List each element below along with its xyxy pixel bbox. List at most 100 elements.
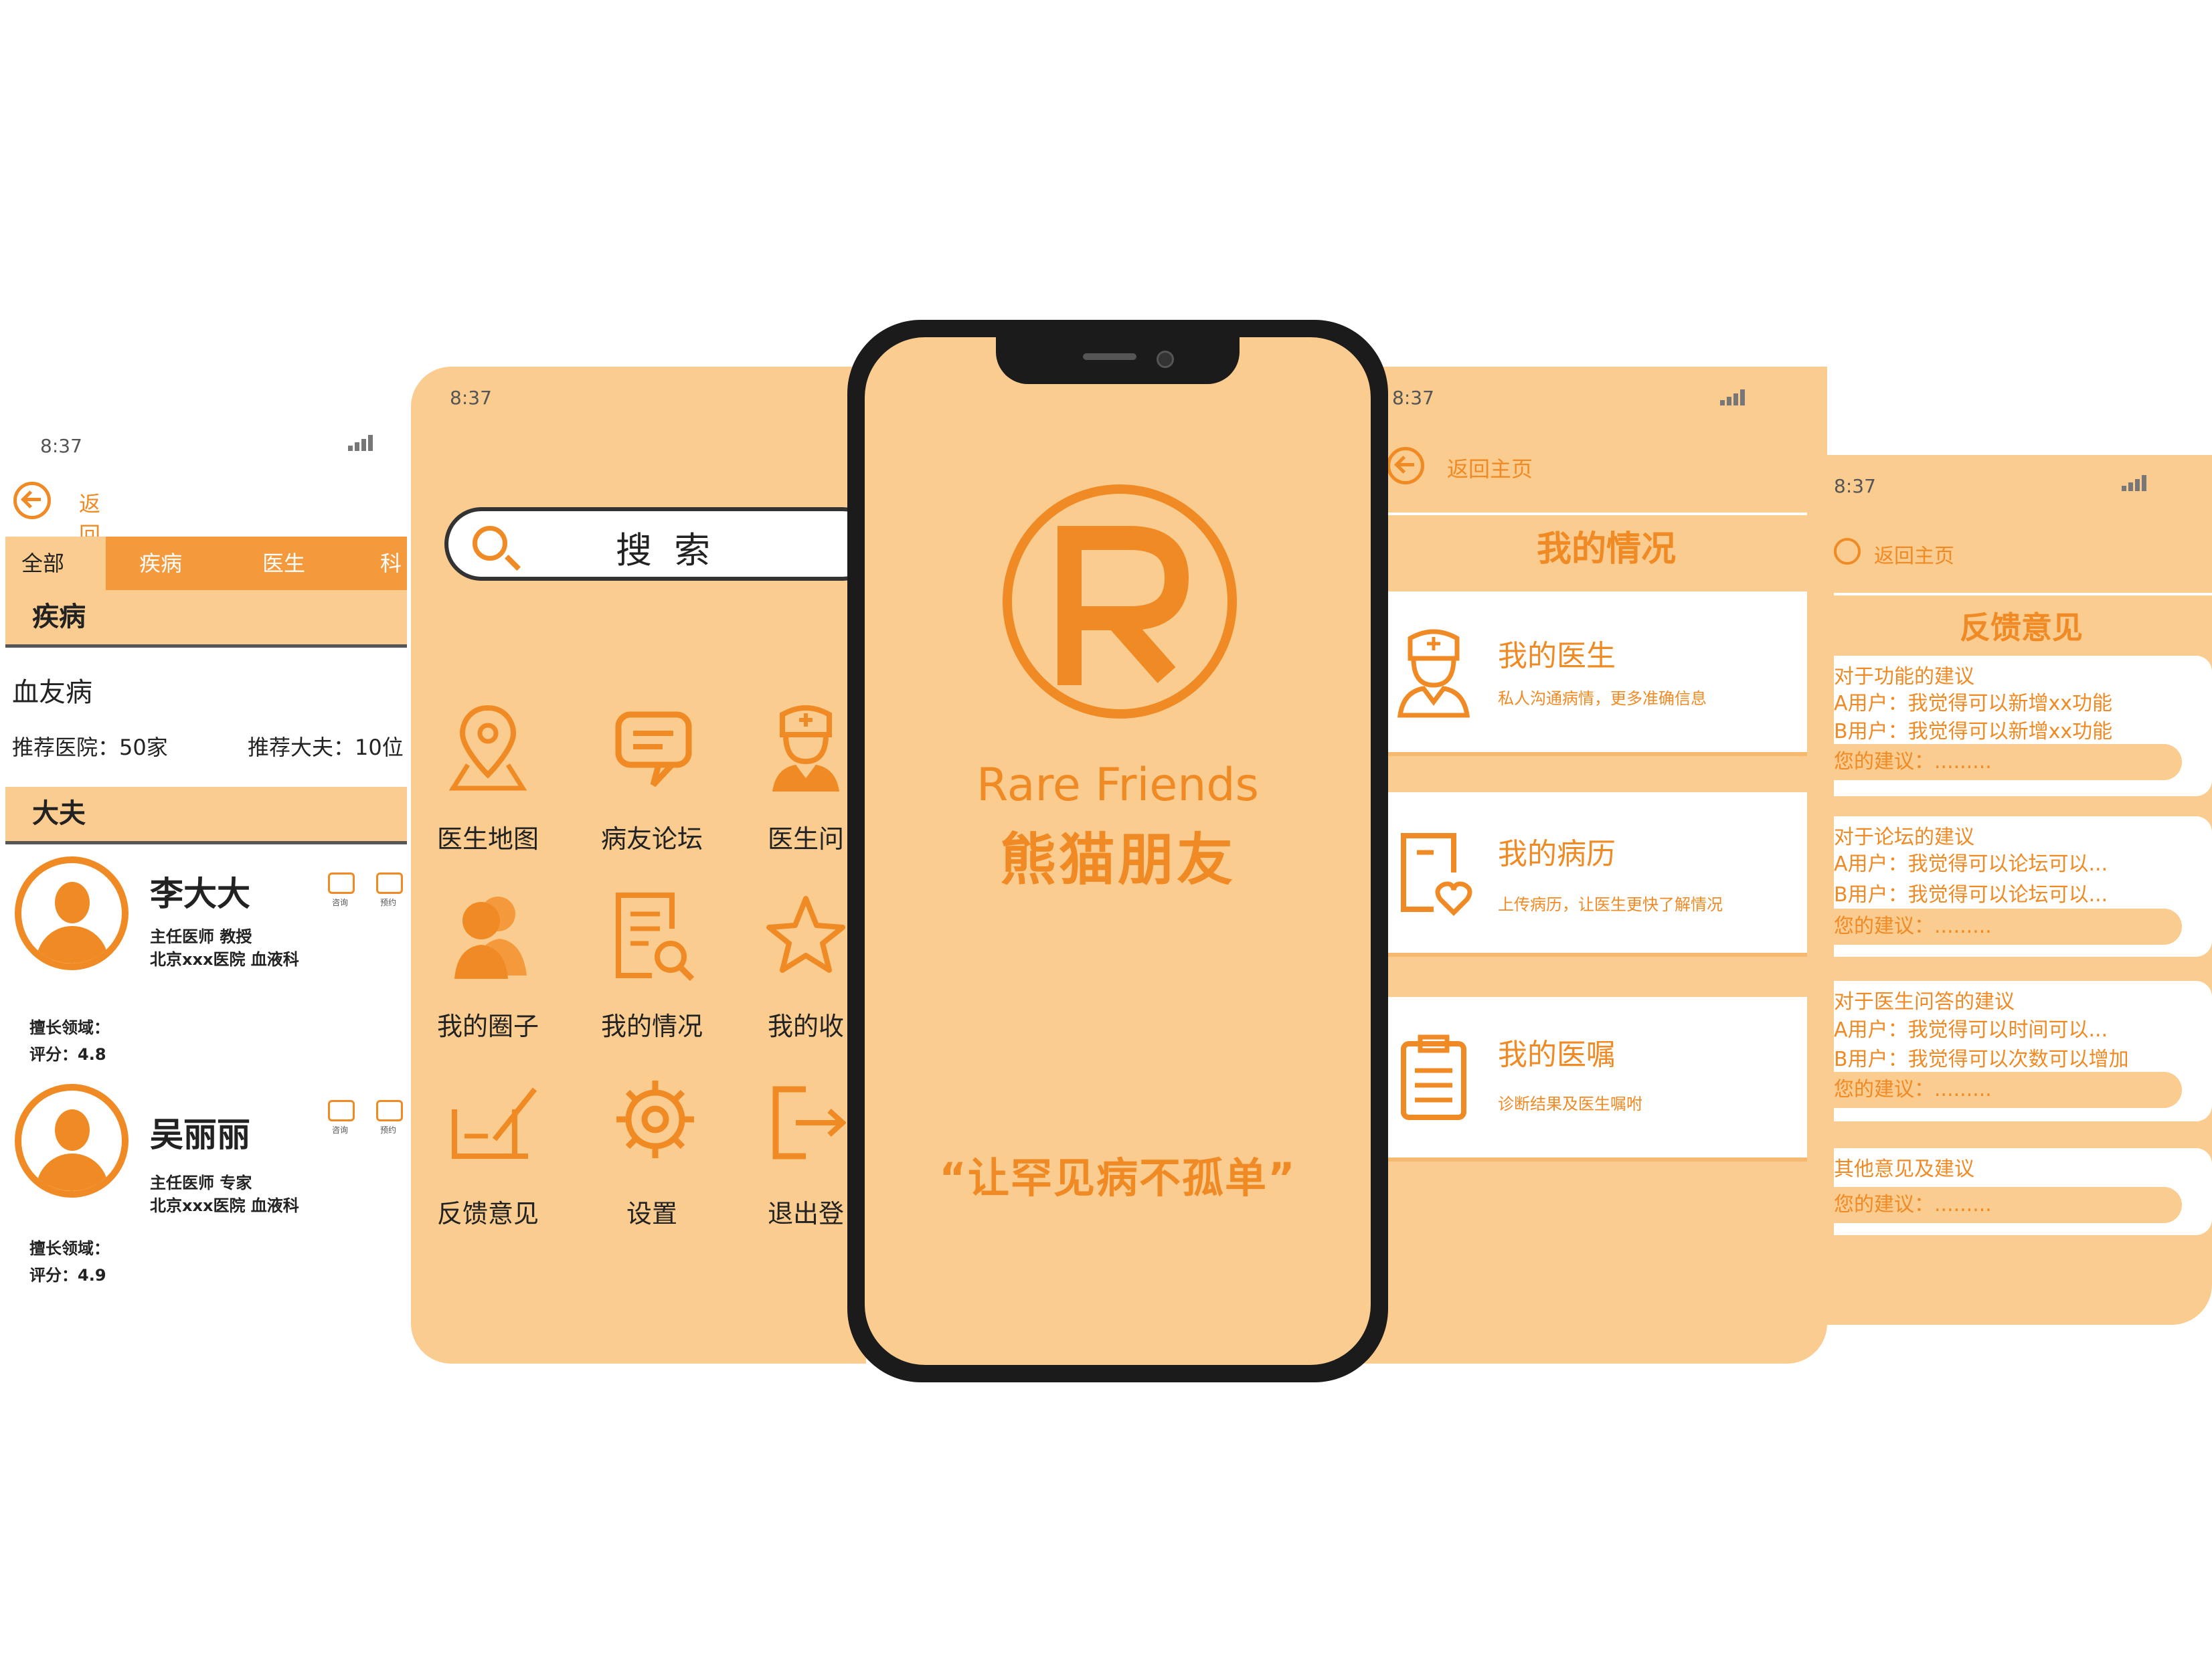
card-title: 我的医嘱 xyxy=(1498,1038,1616,1072)
section-heading: 其他意见及建议 xyxy=(1834,1158,1974,1181)
back-label: 返回主页 xyxy=(1447,456,1533,482)
consult-label: 咨询 xyxy=(332,898,349,907)
divider xyxy=(1834,593,2212,595)
gear-icon xyxy=(616,1081,694,1158)
signal-icon xyxy=(1720,388,1774,405)
consult-icon[interactable] xyxy=(328,872,355,894)
doctor-field: 擅长领域： xyxy=(29,1239,110,1258)
menu-label: 我的圈子 xyxy=(436,1012,539,1041)
speaker-icon xyxy=(1083,353,1136,360)
page-title: 我的情况 xyxy=(1536,529,1676,569)
back-arrow-icon xyxy=(1387,447,1424,484)
home-screen: 8:37 搜 索 医生地图 病友论坛 医生问 我的圈子 我的情况 我的收 反馈意… xyxy=(411,367,866,1364)
signal-icon xyxy=(348,434,402,451)
menu-my-favorites[interactable]: 我的收 xyxy=(729,889,866,1049)
chat-icon xyxy=(615,711,692,788)
people-icon xyxy=(454,897,527,979)
back-button[interactable]: 返回主页 xyxy=(1834,538,2035,571)
tab-disease[interactable]: 疾病 xyxy=(139,537,220,590)
section-heading: 对于功能的建议 xyxy=(1834,665,1974,688)
avatar-icon xyxy=(15,1084,129,1198)
status-time: 8:37 xyxy=(1392,387,1434,409)
feedback-screen: 8:37 返回主页 反馈意见 对于功能的建议 A用户：我觉得可以新增xx功能 B… xyxy=(1807,455,2212,1325)
menu-label: 我的情况 xyxy=(600,1012,703,1041)
consult-icon[interactable] xyxy=(328,1100,355,1121)
document-search-icon xyxy=(616,893,695,982)
phone-frame: Rare Friends 熊猫朋友 “让罕见病不孤单” xyxy=(847,320,1388,1382)
rare-friends-logo-icon xyxy=(1003,484,1237,719)
suggestion-input[interactable]: 您的建议：......... xyxy=(1834,1187,2182,1223)
doctor-name: 吴丽丽 xyxy=(150,1115,250,1154)
feedback-section: 对于医生问答的建议 A用户：我觉得可以时间可以... B用户：我觉得可以次数可以… xyxy=(1834,981,2212,1121)
doctor-title: 主任医师 教授 xyxy=(150,927,252,946)
doctor-hospital: 北京xxx医院 血液科 xyxy=(150,950,299,969)
signal-icon xyxy=(2122,474,2175,491)
menu-forum[interactable]: 病友论坛 xyxy=(575,701,729,862)
map-pin-icon xyxy=(448,705,527,791)
app-name-cn: 熊猫朋友 xyxy=(999,827,1236,893)
menu-label: 我的收 xyxy=(767,1012,844,1041)
recommended-doctors[interactable]: 推荐大夫：10位 xyxy=(248,731,404,761)
feedback-section: 其他意见及建议 您的建议：......... xyxy=(1834,1148,2212,1235)
back-button[interactable]: 返回主页 xyxy=(1387,447,1588,487)
divider xyxy=(1385,513,1827,515)
doctor-hospital: 北京xxx医院 血液科 xyxy=(150,1196,299,1215)
page-title: 反馈意见 xyxy=(1960,610,2083,646)
user-comment: A用户：我觉得可以时间可以... xyxy=(1834,1018,2108,1042)
filter-tabs: 全部 疾病 医生 科 xyxy=(5,537,407,590)
card-my-doctor[interactable]: 我的医生 私人沟通病情，更多准确信息 xyxy=(1385,591,1827,752)
menu-doctor-map[interactable]: 医生地图 xyxy=(411,701,565,862)
doctor-name: 李大大 xyxy=(150,874,250,913)
doctor-icon xyxy=(1397,629,1470,718)
avatar-icon xyxy=(15,856,129,970)
menu-label: 医生问 xyxy=(767,824,844,854)
back-label: 返回主页 xyxy=(1874,545,1954,568)
camera-icon xyxy=(1157,351,1174,368)
recommended-hospitals[interactable]: 推荐医院：50家 xyxy=(12,731,168,761)
doctor-field: 擅长领域： xyxy=(29,1018,110,1037)
doctor-card[interactable]: 李大大 主任医师 教授 北京xxx医院 血液科 擅长领域： 评分：4.8 咨询 … xyxy=(0,856,407,1071)
calendar-icon[interactable] xyxy=(376,872,403,894)
card-my-orders[interactable]: 我的医嘱 诊断结果及医生嘱咐 xyxy=(1385,997,1827,1158)
menu-doctor-qa[interactable]: 医生问 xyxy=(729,701,866,862)
doctor-rating: 评分：4.9 xyxy=(29,1266,106,1285)
card-subtitle: 私人沟通病情，更多准确信息 xyxy=(1498,689,1707,708)
disease-name[interactable]: 血友病 xyxy=(12,670,92,709)
menu-settings[interactable]: 设置 xyxy=(575,1076,729,1236)
status-time: 8:37 xyxy=(1834,475,1876,497)
user-comment: B用户：我觉得可以论坛可以... xyxy=(1834,883,2108,907)
card-subtitle: 上传病历，让医生更快了解情况 xyxy=(1498,895,1723,914)
menu-label: 退出登 xyxy=(767,1199,844,1228)
phone-notch xyxy=(996,337,1240,384)
doctor-title: 主任医师 专家 xyxy=(150,1174,252,1192)
search-bar[interactable]: 搜 索 xyxy=(444,507,866,581)
menu-my-circle[interactable]: 我的圈子 xyxy=(411,889,565,1049)
star-icon xyxy=(766,896,845,973)
slogan: “让罕见病不孤单” xyxy=(939,1154,1296,1202)
suggestion-input[interactable]: 您的建议：......... xyxy=(1834,744,2182,780)
tab-doctor[interactable]: 医生 xyxy=(262,537,343,590)
card-title: 我的病历 xyxy=(1498,837,1616,871)
menu-logout[interactable]: 退出登 xyxy=(729,1076,866,1236)
suggestion-input[interactable]: 您的建议：......... xyxy=(1834,909,2182,945)
user-comment: A用户：我觉得可以新增xx功能 xyxy=(1834,692,2113,715)
logout-icon xyxy=(772,1086,846,1160)
calendar-icon[interactable] xyxy=(376,1100,403,1121)
tab-all[interactable]: 全部 xyxy=(5,537,106,590)
card-my-record[interactable]: 我的病历 上传病历，让医生更快了解情况 xyxy=(1385,792,1827,953)
menu-my-status[interactable]: 我的情况 xyxy=(575,889,729,1049)
tab-department[interactable]: 科 xyxy=(380,537,407,590)
appointment-label: 预约 xyxy=(380,1125,397,1135)
search-icon xyxy=(473,526,507,561)
card-subtitle: 诊断结果及医生嘱咐 xyxy=(1498,1095,1642,1113)
card-title: 我的医生 xyxy=(1498,639,1616,673)
menu-feedback[interactable]: 反馈意见 xyxy=(411,1076,565,1236)
suggestion-input[interactable]: 您的建议：......... xyxy=(1834,1072,2182,1108)
doctor-card[interactable]: 吴丽丽 主任医师 专家 北京xxx医院 血液科 擅长领域： 评分：4.9 咨询 … xyxy=(0,1084,407,1298)
user-comment: A用户：我觉得可以论坛可以... xyxy=(1834,852,2108,876)
back-arrow-icon xyxy=(1834,538,1861,565)
back-arrow-icon xyxy=(13,482,51,519)
section-disease: 疾病 xyxy=(5,590,407,648)
section-doctor: 大夫 xyxy=(5,787,407,844)
my-status-screen: 8:37 返回主页 我的情况 我的医生 私人沟通病情，更多准确信息 我的病历 上… xyxy=(1345,367,1827,1364)
